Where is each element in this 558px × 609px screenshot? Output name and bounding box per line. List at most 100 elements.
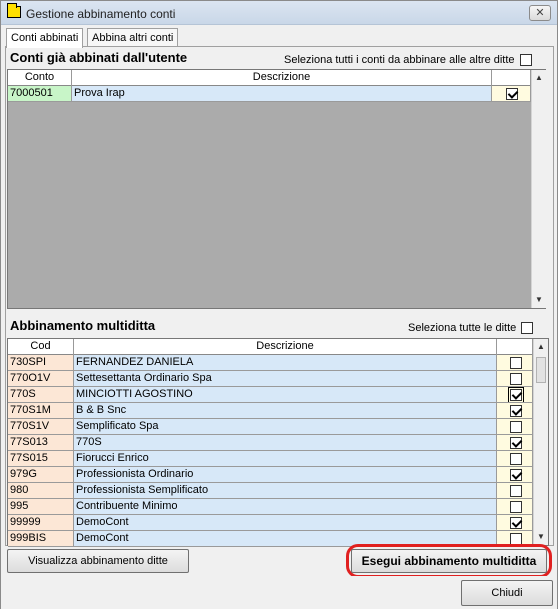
row-select-cell[interactable] (497, 387, 533, 403)
close-window-button[interactable]: ✕ (529, 5, 551, 21)
table-row[interactable]: 730SPI FERNANDEZ DANIELA (8, 355, 533, 371)
table-row[interactable]: 77S015 Fiorucci Enrico (8, 451, 533, 467)
title-bar: Gestione abbinamento conti ✕ (1, 1, 557, 25)
row-select-cell[interactable] (497, 451, 533, 467)
table-row[interactable]: 7000501 Prova Irap (8, 86, 531, 102)
table-row[interactable]: 770O1V Settesettanta Ordinario Spa (8, 371, 533, 387)
row-checkbox[interactable] (509, 453, 522, 465)
company-description-cell[interactable]: Semplificato Spa (74, 419, 497, 435)
company-code-cell[interactable]: 77S013 (8, 435, 74, 451)
row-checkbox[interactable] (509, 517, 522, 529)
column-header-select (492, 70, 531, 86)
multicompany-grid: Cod Descrizione 730SPI FERNANDEZ DANIELA 7… (7, 338, 549, 547)
grid-header: Conto Descrizione (8, 70, 492, 86)
row-select-cell[interactable] (497, 355, 533, 371)
top-section-title: Conti già abbinati dall'utente (10, 50, 188, 65)
company-description-cell[interactable]: Settesettanta Ordinario Spa (74, 371, 497, 387)
row-checkbox[interactable] (506, 88, 518, 100)
company-code-cell[interactable]: 995 (8, 499, 74, 515)
row-checkbox[interactable] (507, 387, 524, 402)
account-code-cell[interactable]: 7000501 (8, 86, 72, 102)
select-all-accounts-label: Seleziona tutti i conti da abbinare alle… (284, 54, 515, 66)
company-code-cell[interactable]: 999BIS (8, 531, 74, 547)
table-row[interactable]: 995 Contribuente Minimo (8, 499, 533, 515)
row-select-cell[interactable] (497, 467, 533, 483)
row-checkbox[interactable] (509, 421, 522, 433)
company-description-cell[interactable]: FERNANDEZ DANIELA (74, 355, 497, 371)
vertical-scrollbar[interactable]: ▲ ▼ (531, 70, 546, 308)
table-row[interactable]: 770S1M B & B Snc (8, 403, 533, 419)
row-select-cell[interactable] (497, 403, 533, 419)
run-multicompany-linking-button[interactable]: Esegui abbinamento multiditta (351, 549, 547, 573)
company-description-cell[interactable]: Contribuente Minimo (74, 499, 497, 515)
company-code-cell[interactable]: 77S015 (8, 451, 74, 467)
company-description-cell[interactable]: 770S (74, 435, 497, 451)
dialog-window: Gestione abbinamento conti ✕ Conti abbin… (0, 0, 558, 609)
row-select-cell[interactable] (497, 371, 533, 387)
column-header-conto[interactable]: Conto (8, 70, 72, 86)
tab-panel: Conti già abbinati dall'utente Seleziona… (5, 46, 554, 547)
scroll-down-icon[interactable]: ▼ (534, 529, 548, 545)
scroll-down-icon[interactable]: ▼ (532, 292, 546, 308)
table-row[interactable]: 980 Professionista Semplificato (8, 483, 533, 499)
company-code-cell[interactable]: 979G (8, 467, 74, 483)
bottom-section-title: Abbinamento multiditta (10, 318, 156, 333)
scroll-up-icon[interactable]: ▲ (532, 70, 546, 86)
row-checkbox[interactable] (509, 405, 522, 417)
table-row[interactable]: 770S MINCIOTTI AGOSTINO (8, 387, 533, 403)
company-description-cell[interactable]: MINCIOTTI AGOSTINO (74, 387, 497, 403)
row-select-cell[interactable] (497, 435, 533, 451)
row-checkbox[interactable] (509, 501, 522, 513)
table-row[interactable]: 770S1V Semplificato Spa (8, 419, 533, 435)
window-title: Gestione abbinamento conti (26, 7, 176, 21)
column-header-descrizione[interactable]: Descrizione (74, 339, 497, 355)
close-button[interactable]: Chiudi (461, 580, 553, 606)
company-description-cell[interactable]: B & B Snc (74, 403, 497, 419)
column-header-cod[interactable]: Cod (8, 339, 74, 355)
select-all-accounts[interactable]: Seleziona tutti i conti da abbinare alle… (284, 54, 532, 66)
row-checkbox[interactable] (509, 437, 522, 449)
row-select-cell[interactable] (497, 419, 533, 435)
tab-abbina-altri-conti[interactable]: Abbina altri conti (87, 28, 179, 47)
tab-conti-abbinati[interactable]: Conti abbinati (6, 28, 84, 48)
row-checkbox[interactable] (509, 373, 522, 385)
company-code-cell[interactable]: 770S (8, 387, 74, 403)
table-row[interactable]: 979G Professionista Ordinario (8, 467, 533, 483)
scroll-up-icon[interactable]: ▲ (534, 339, 548, 355)
row-select-cell[interactable] (497, 515, 533, 531)
select-all-companies-label: Seleziona tutte le ditte (408, 322, 517, 334)
row-select-cell[interactable] (492, 86, 531, 102)
row-checkbox[interactable] (509, 469, 522, 481)
grid-header: Cod Descrizione (8, 339, 533, 355)
company-description-cell[interactable]: DemoCont (74, 515, 497, 531)
company-description-cell[interactable]: Professionista Ordinario (74, 467, 497, 483)
column-header-descrizione[interactable]: Descrizione (72, 70, 492, 86)
row-checkbox[interactable] (509, 485, 522, 497)
table-row[interactable]: 99999 DemoCont (8, 515, 533, 531)
column-header-select (497, 339, 533, 355)
scroll-thumb[interactable] (536, 357, 546, 383)
company-code-cell[interactable]: 770S1M (8, 403, 74, 419)
row-checkbox[interactable] (509, 357, 522, 369)
company-code-cell[interactable]: 99999 (8, 515, 74, 531)
company-description-cell[interactable]: Fiorucci Enrico (74, 451, 497, 467)
row-select-cell[interactable] (497, 499, 533, 515)
company-description-cell[interactable]: Professionista Semplificato (74, 483, 497, 499)
company-code-cell[interactable]: 980 (8, 483, 74, 499)
table-row[interactable]: 77S013 770S (8, 435, 533, 451)
select-all-accounts-checkbox[interactable] (519, 54, 532, 66)
view-linking-button[interactable]: Visualizza abbinamento ditte (7, 549, 189, 573)
vertical-scrollbar[interactable]: ▲ ▼ (533, 339, 548, 545)
linked-accounts-grid: Conto Descrizione 7000501 Prova Irap ▲ ▼ (7, 69, 546, 309)
close-icon: ✕ (535, 7, 545, 19)
company-code-cell[interactable]: 770S1V (8, 419, 74, 435)
footer-bar: Chiudi (1, 576, 557, 609)
account-description-cell[interactable]: Prova Irap (72, 86, 492, 102)
select-all-companies-checkbox[interactable] (521, 322, 534, 334)
select-all-companies[interactable]: Seleziona tutte le ditte (408, 322, 534, 334)
folder-icon (7, 3, 21, 18)
row-select-cell[interactable] (497, 483, 533, 499)
company-code-cell[interactable]: 770O1V (8, 371, 74, 387)
company-code-cell[interactable]: 730SPI (8, 355, 74, 371)
grid-header-check (492, 70, 531, 86)
